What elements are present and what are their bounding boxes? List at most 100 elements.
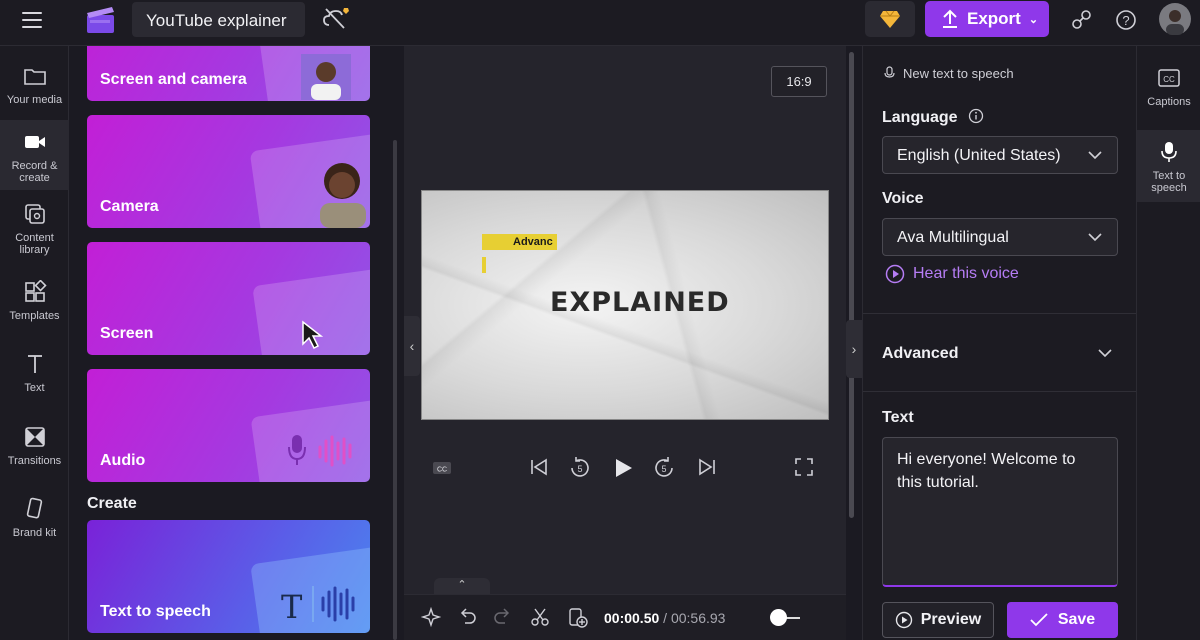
stage-scrollbar[interactable] bbox=[849, 52, 854, 518]
rail-item-record-create[interactable]: Record & create bbox=[0, 120, 69, 190]
premium-button[interactable] bbox=[865, 1, 915, 37]
fullscreen-icon[interactable] bbox=[793, 456, 815, 478]
project-title-input[interactable]: YouTube explainer bbox=[132, 2, 305, 37]
rail-item-your-media[interactable]: Your media bbox=[0, 64, 69, 106]
rail-label: Your media bbox=[6, 94, 63, 106]
chevron-down-icon bbox=[1088, 233, 1102, 242]
language-label-text: Language bbox=[882, 109, 958, 126]
rail-label: Transitions bbox=[7, 455, 62, 467]
playback-controls: CC 5 5 bbox=[404, 446, 846, 490]
voice-value: Ava Multilingual bbox=[897, 229, 1009, 246]
menu-icon[interactable] bbox=[22, 12, 42, 28]
library-icon bbox=[24, 204, 45, 224]
rail-item-brand-kit[interactable]: Brand kit bbox=[0, 497, 69, 539]
skip-back-icon[interactable] bbox=[528, 456, 550, 478]
rail-item-templates[interactable]: Templates bbox=[0, 280, 69, 322]
video-tag-text: Advanc bbox=[482, 234, 557, 250]
rail-item-content-library[interactable]: Content library bbox=[0, 202, 69, 256]
diamond-icon bbox=[880, 10, 900, 28]
text-waveform-icon: T bbox=[281, 586, 355, 626]
rail-label: Captions bbox=[1147, 96, 1191, 108]
play-icon[interactable] bbox=[611, 456, 635, 480]
svg-text:5: 5 bbox=[577, 464, 582, 474]
timeline-toolbar: 00:00.50 / 00:56.93 bbox=[404, 594, 846, 640]
rail-item-text-to-speech[interactable]: Text to speech bbox=[1137, 130, 1200, 202]
advanced-toggle[interactable]: Advanced bbox=[882, 345, 958, 363]
help-icon[interactable]: ? bbox=[1114, 8, 1138, 32]
record-create-panel: Screen and camera Camera Screen Audio Cr… bbox=[70, 46, 400, 640]
text-t-icon bbox=[27, 355, 42, 373]
card-screen[interactable]: Screen bbox=[87, 242, 370, 355]
panel-header-label: New text to speech bbox=[903, 66, 1014, 81]
voice-label: Voice bbox=[882, 190, 924, 207]
magic-sparkle-icon[interactable] bbox=[421, 607, 441, 627]
cursor-icon bbox=[302, 320, 324, 350]
save-button[interactable]: Save bbox=[1007, 602, 1118, 638]
rail-label: Text bbox=[24, 382, 45, 394]
expand-timeline-button[interactable]: ⌃ bbox=[434, 578, 490, 594]
templates-icon bbox=[24, 280, 47, 302]
add-media-icon[interactable] bbox=[567, 607, 589, 629]
voice-select[interactable]: Ava Multilingual bbox=[882, 218, 1118, 256]
card-screen-and-camera[interactable]: Screen and camera bbox=[87, 46, 370, 101]
rail-item-transitions[interactable]: Transitions bbox=[0, 425, 69, 467]
chevron-down-icon[interactable] bbox=[1097, 345, 1113, 361]
chevron-down-icon: ⌄ bbox=[1028, 13, 1039, 26]
tts-small-icon bbox=[884, 66, 895, 78]
cloud-sync-off-icon[interactable] bbox=[322, 6, 350, 32]
play-circle-icon bbox=[885, 264, 905, 284]
svg-text:T: T bbox=[281, 588, 303, 626]
time-current: 00:00.50 bbox=[604, 610, 660, 626]
rail-label: Templates bbox=[9, 310, 60, 322]
collapse-right-panel-button[interactable]: › bbox=[846, 320, 862, 378]
scissors-icon[interactable] bbox=[530, 607, 550, 627]
card-label: Screen bbox=[100, 325, 154, 342]
right-nav-rail: CC Captions Text to speech bbox=[1136, 46, 1200, 640]
avatar[interactable] bbox=[1159, 3, 1191, 35]
language-label: Language bbox=[882, 108, 984, 127]
timecode: 00:00.50 / 00:56.93 bbox=[604, 610, 725, 626]
divider bbox=[863, 391, 1137, 392]
card-label: Screen and camera bbox=[100, 71, 247, 88]
redo-icon[interactable] bbox=[493, 607, 513, 627]
top-bar: YouTube explainer Export ⌄ ? bbox=[0, 0, 1200, 46]
card-label: Text to speech bbox=[100, 603, 211, 620]
upload-icon bbox=[943, 9, 957, 28]
hear-voice-link[interactable]: Hear this voice bbox=[885, 264, 1019, 284]
divider bbox=[863, 313, 1137, 314]
rewind-5-icon[interactable]: 5 bbox=[567, 456, 591, 480]
undo-icon[interactable] bbox=[457, 607, 477, 627]
clipchamp-editor: YouTube explainer Export ⌄ ? Your media … bbox=[0, 0, 1200, 640]
forward-5-icon[interactable]: 5 bbox=[653, 456, 677, 480]
rail-item-captions[interactable]: CC Captions bbox=[1137, 66, 1200, 108]
info-icon[interactable] bbox=[968, 108, 984, 124]
svg-text:?: ? bbox=[1122, 13, 1129, 28]
svg-text:CC: CC bbox=[1163, 75, 1175, 84]
language-value: English (United States) bbox=[897, 147, 1061, 164]
checkmark-icon bbox=[1030, 613, 1048, 627]
panel-scrollbar[interactable] bbox=[393, 140, 397, 640]
card-label: Camera bbox=[100, 198, 159, 215]
preview-button[interactable]: Preview bbox=[882, 602, 994, 638]
export-button[interactable]: Export ⌄ bbox=[925, 1, 1049, 37]
zoom-slider-knob[interactable] bbox=[770, 609, 787, 626]
time-separator: / bbox=[663, 610, 668, 626]
skip-forward-icon[interactable] bbox=[696, 456, 718, 478]
card-camera[interactable]: Camera bbox=[87, 115, 370, 228]
card-audio[interactable]: Audio bbox=[87, 369, 370, 482]
share-people-icon[interactable] bbox=[1070, 8, 1094, 32]
rail-label: Record & create bbox=[11, 160, 58, 184]
video-preview[interactable]: Advanc EXPLAINED bbox=[421, 190, 829, 420]
rail-item-text[interactable]: Text bbox=[0, 352, 69, 394]
tts-text-input[interactable]: Hi everyone! Welcome to this tutorial. bbox=[882, 437, 1118, 587]
svg-text:5: 5 bbox=[661, 464, 666, 474]
captions-cc-icon[interactable]: CC bbox=[432, 460, 452, 476]
hear-voice-label: Hear this voice bbox=[913, 265, 1019, 282]
aspect-ratio-button[interactable]: 16:9 bbox=[771, 66, 827, 97]
collapse-left-panel-button[interactable]: ‹ bbox=[404, 316, 420, 376]
person-thumbnail bbox=[320, 163, 366, 228]
captions-icon: CC bbox=[1158, 69, 1180, 87]
card-text-to-speech[interactable]: T Text to speech bbox=[87, 520, 370, 633]
video-camera-icon bbox=[24, 136, 45, 148]
language-select[interactable]: English (United States) bbox=[882, 136, 1118, 174]
